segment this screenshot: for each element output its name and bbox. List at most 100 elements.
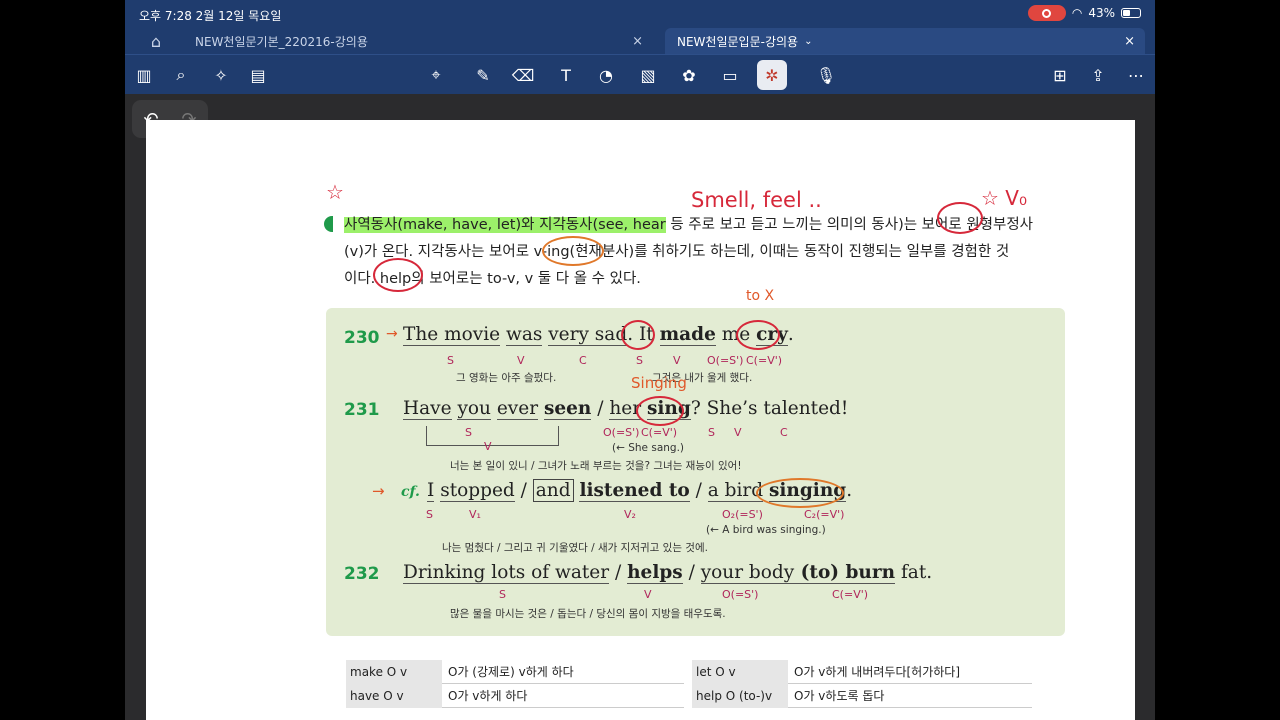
word: Drinking lots of water — [403, 562, 610, 584]
battery-percent: 43% — [1088, 6, 1115, 20]
grammar-label: S — [708, 426, 715, 439]
eraser-icon[interactable]: ⌫ — [512, 64, 535, 86]
sentence-232: Drinking lots of water / helps / your bo… — [403, 562, 933, 584]
mic-icon[interactable]: 🎙 — [815, 64, 837, 86]
word: The movie — [403, 324, 501, 346]
stickers-icon[interactable]: ✿ — [678, 64, 700, 86]
close-icon[interactable]: × — [1124, 34, 1135, 49]
para-line2: (v)가 온다. 지각동사는 보어로 v-ing(현재분사)를 취하기도 하는데… — [344, 244, 1010, 260]
grammar-label: S — [465, 426, 472, 439]
note-icon[interactable]: ▭ — [719, 64, 741, 86]
laser-pointer-icon[interactable]: ✲ — [757, 60, 787, 90]
translation: 너는 본 일이 있니 / 그녀가 노래 부르는 것을? 그녀는 재능이 있어! — [450, 460, 742, 472]
table-value: O가 v하도록 돕다 — [794, 689, 885, 703]
tab-document-1[interactable]: NEW천일문기본_220216-강의용 × — [183, 28, 653, 54]
sparkle-icon[interactable]: ✧ — [210, 64, 232, 86]
screen-record-icon[interactable] — [1027, 5, 1066, 21]
word: ? — [690, 398, 707, 419]
home-icon[interactable]: ⌂ — [145, 30, 167, 52]
grammar-label: V₂ — [624, 508, 636, 521]
example-box: 230 → The movie was very sad. It made me… — [326, 308, 1065, 636]
image-icon[interactable]: ▧ — [637, 64, 659, 86]
tab-bar: ⌂ NEW천일문기본_220216-강의용 × NEW천일문입문-강의용 ⌄ × — [125, 28, 1155, 54]
table-row: make O v O가 (강제로) v하게 하다 — [346, 659, 684, 684]
word: fat. — [895, 562, 933, 583]
grammar-label: C₂(=V') — [804, 508, 845, 521]
share-icon[interactable]: ⇪ — [1087, 64, 1109, 86]
word: I — [427, 480, 435, 502]
grammar-label: O₂(=S') — [722, 508, 763, 521]
search-icon[interactable]: ⌕ — [170, 64, 192, 86]
grammar-label: V₁ — [469, 508, 481, 521]
reference-table-right: let O v O가 v하게 내버려두다[허가하다] help O (to-)v O… — [692, 659, 1032, 708]
table-key: let O v — [692, 659, 788, 684]
grammar-label: O(=S') — [707, 354, 744, 367]
sidebar-icon[interactable]: ▥ — [133, 64, 155, 86]
translation: 그 영화는 아주 슬펐다. — [456, 372, 557, 384]
circle-mark — [373, 258, 423, 292]
toolbar: ▥ ⌕ ✧ ▤ ⌖ ✎ ⌫ T ◔ ▧ ✿ ▭ ✲ 🎙 ⊞ ⇪ ⋯ — [125, 54, 1155, 94]
table-value: O가 v하게 내버려두다[허가하다] — [794, 665, 961, 679]
translation: 많은 물을 마시는 것은 / 돕는다 / 당신의 몸이 지방을 태우도록. — [450, 608, 726, 620]
status-bar: 오후 7:28 2월 12일 목요일 ◠ 43% — [125, 0, 1155, 28]
table-row: let O v O가 v하게 내버려두다[허가하다] — [692, 659, 1032, 684]
document-icon[interactable]: ▤ — [247, 64, 269, 86]
tab-document-2[interactable]: NEW천일문입문-강의용 ⌄ × — [665, 28, 1145, 54]
table-key: make O v — [346, 659, 442, 684]
add-page-icon[interactable]: ⊞ — [1049, 64, 1071, 86]
arrow-annotation: → — [372, 482, 385, 500]
table-row: have O v O가 v하게 하다 — [346, 683, 684, 708]
singing-annotation: Singing — [631, 374, 687, 392]
grammar-label: C — [579, 354, 587, 367]
grammar-label: V — [673, 354, 681, 367]
grammar-label: O(=S') — [722, 588, 759, 601]
word: ever — [496, 398, 539, 420]
word: made — [659, 324, 716, 346]
grammar-label: V — [734, 426, 742, 439]
section-marker — [324, 216, 333, 232]
grammar-label: S — [499, 588, 506, 601]
shape-icon[interactable]: ◔ — [595, 64, 617, 86]
grammar-label: C(=V') — [746, 354, 783, 367]
grammar-label: S — [636, 354, 643, 367]
word: was — [505, 324, 543, 346]
word: (to) burn — [794, 562, 896, 584]
grammar-label: C(=V') — [641, 426, 678, 439]
more-icon[interactable]: ⋯ — [1125, 64, 1147, 86]
example-number: 230 — [344, 328, 380, 348]
v0-annotation: ☆ V₀ — [981, 186, 1027, 210]
table-row: help O (to-)v O가 v하도록 돕다 — [692, 683, 1032, 708]
para-line3: 이다. help의 보어로는 to-v, v 둘 다 올 수 있다. — [344, 271, 641, 287]
circle-mark — [937, 202, 983, 234]
word: / — [609, 562, 628, 583]
chevron-down-icon[interactable]: ⌄ — [804, 36, 812, 47]
translation: 나는 멈췄다 / 그리고 귀 기울였다 / 새가 지저귀고 있는 것에. — [442, 542, 708, 554]
word: helps — [627, 562, 683, 584]
word: / — [682, 562, 701, 583]
example-number: 231 — [344, 400, 380, 420]
word: / — [514, 480, 533, 501]
lasso-icon[interactable]: ⌖ — [425, 64, 447, 86]
pen-icon[interactable]: ✎ — [472, 64, 494, 86]
word: you — [457, 398, 491, 420]
word: and — [532, 479, 574, 502]
circle-mark — [621, 320, 655, 350]
word: . — [787, 324, 794, 345]
causative-term: 사역동사 — [344, 217, 398, 233]
word: / — [689, 480, 708, 501]
word: very sad — [548, 324, 628, 346]
text-icon[interactable]: T — [555, 64, 577, 86]
grammar-label: C — [780, 426, 788, 439]
table-key: have O v — [346, 683, 442, 708]
arrow-annotation: → — [386, 326, 398, 342]
tab-label: NEW천일문기본_220216-강의용 — [195, 34, 368, 49]
close-icon[interactable]: × — [632, 34, 643, 49]
paraphrase-note: (← A bird was singing.) — [706, 524, 826, 536]
table-key: help O (to-)v — [692, 683, 788, 708]
grammar-label: C(=V') — [832, 588, 869, 601]
word: She’s talented! — [706, 398, 849, 419]
status-time: 오후 7:28 2월 12일 목요일 — [139, 9, 282, 23]
grammar-label: S — [426, 508, 433, 521]
table-value: O가 (강제로) v하게 하다 — [448, 665, 574, 679]
grammar-label: S — [447, 354, 454, 367]
